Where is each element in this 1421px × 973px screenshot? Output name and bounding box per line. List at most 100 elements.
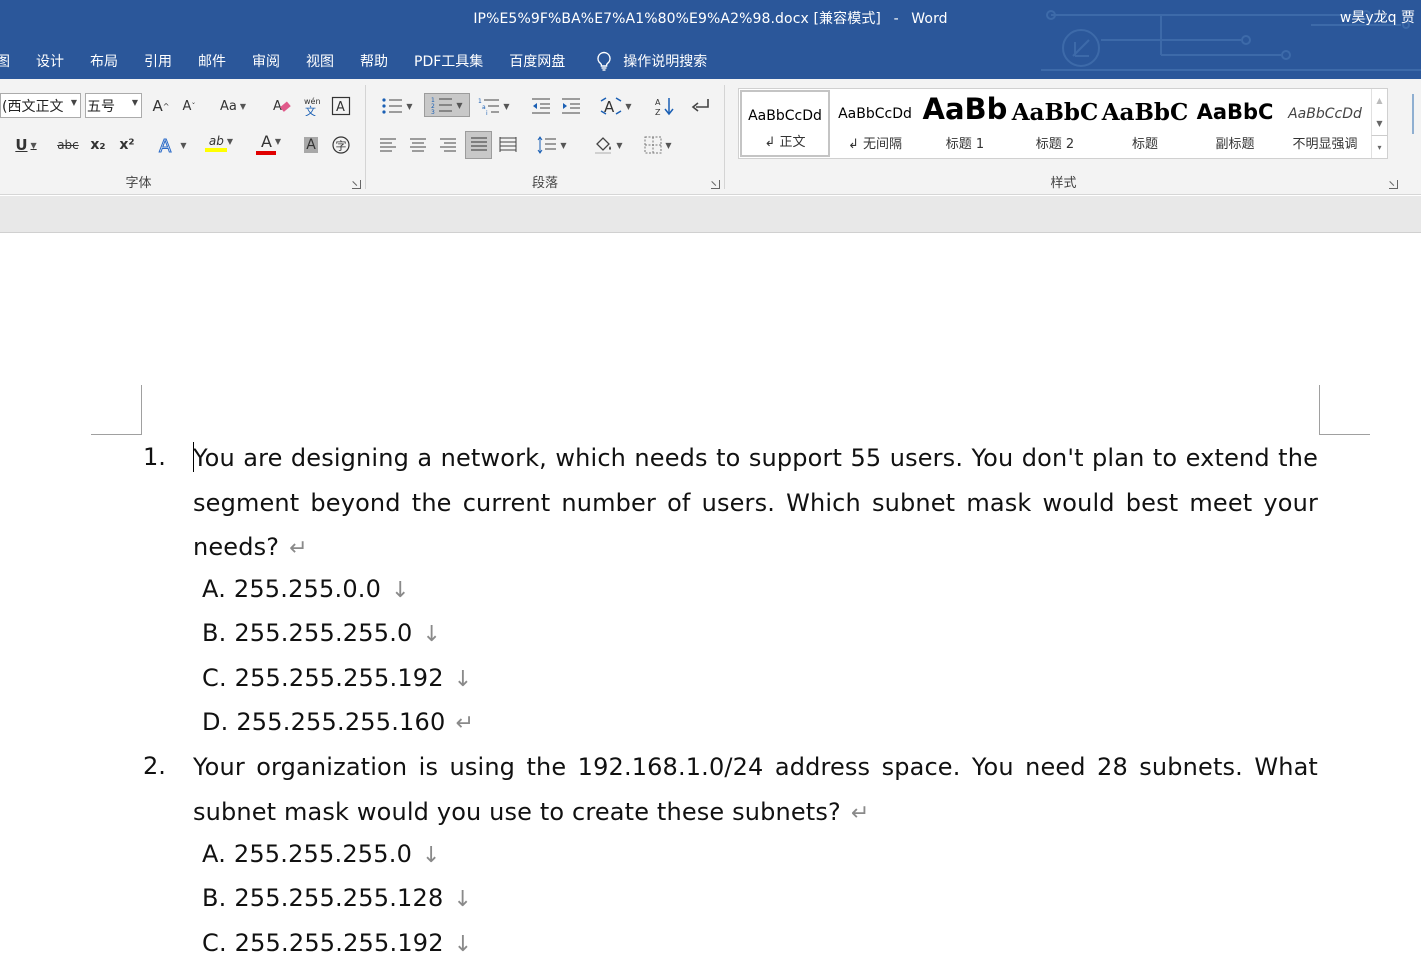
font-name-combo[interactable]: (西文正文 ▼ [0, 93, 81, 118]
answer-option[interactable]: C. 255.255.255.192 ↓ [202, 664, 472, 692]
chinese-layout-icon: A [601, 97, 622, 115]
gallery-scroll-up[interactable]: ▲ [1371, 89, 1387, 112]
option-text: A. 255.255.255.0 [202, 840, 413, 868]
tab-pdf-tools[interactable]: PDF工具集 [401, 51, 496, 71]
tell-me-label: 操作说明搜索 [623, 54, 708, 70]
style-subtitle[interactable]: AaBbC 副标题 [1190, 90, 1280, 157]
ruler-area [0, 196, 1421, 233]
numbering-button[interactable]: 1 2 3 ▼ [424, 93, 470, 117]
distributed-button[interactable] [496, 133, 520, 157]
font-size-combo[interactable]: 五号 ▼ [85, 93, 142, 118]
tab-layout[interactable]: 布局 [77, 51, 131, 71]
phonetic-guide-button[interactable]: wén 文 [299, 94, 323, 118]
superscript-button[interactable]: x² [115, 133, 139, 157]
tab-baidu-netdisk[interactable]: 百度网盘 [496, 51, 578, 71]
line-spacing-icon [538, 136, 557, 154]
style-heading-2[interactable]: AaBbC 标题 2 [1010, 90, 1100, 157]
question-text[interactable]: You are designing a network, which needs… [193, 436, 1318, 572]
line-break-mark: ↓ [422, 843, 441, 868]
styles-dialog-launcher[interactable] [1389, 180, 1398, 189]
answer-option[interactable]: C. 255.255.255.192 ↓ [202, 929, 472, 957]
answer-option[interactable]: A. 255.255.255.0 ↓ [202, 840, 441, 868]
chinese-layout-button[interactable]: A ▼ [596, 94, 636, 118]
align-right-button[interactable] [436, 133, 460, 157]
question-2-text: Your organization is using the 192.168.1… [193, 753, 1318, 826]
option-text: C. 255.255.255.192 [202, 929, 444, 957]
tab-review[interactable]: 审阅 [239, 51, 293, 71]
font-color-button[interactable]: A ▼ [250, 131, 292, 155]
line-spacing-button[interactable]: ▼ [532, 133, 572, 157]
tab-insert-partial[interactable]: 图 [0, 51, 23, 71]
align-left-button[interactable] [376, 133, 400, 157]
question-1-text: You are designing a network, which needs… [193, 444, 1318, 561]
crop-mark [141, 385, 142, 435]
strikethrough-button[interactable]: abc [55, 133, 81, 157]
chevron-up-icon: ▲ [1376, 96, 1383, 105]
align-left-icon [380, 138, 396, 152]
font-group: (西文正文 ▼ 五号 ▼ A ^ Aˇ Aa ▼ A wén 文 A U ▼ a… [0, 79, 365, 195]
subscript-button[interactable]: x₂ [86, 133, 110, 157]
question-number: 2. [143, 752, 166, 780]
tab-view[interactable]: 视图 [293, 51, 347, 71]
ribbon-tabs: 图 设计 布局 引用 邮件 审阅 视图 帮助 PDF工具集 百度网盘 操作说明搜… [0, 50, 720, 72]
svg-text:A: A [604, 98, 615, 115]
enclose-characters-button[interactable]: 字 [329, 133, 353, 157]
style-subtle-emphasis[interactable]: AaBbCcDd 不明显强调 [1280, 90, 1370, 157]
justify-button[interactable] [465, 131, 492, 159]
shrink-font-button[interactable]: Aˇ [178, 94, 200, 118]
decrease-indent-button[interactable] [529, 94, 553, 118]
paragraph-dialog-launcher[interactable] [711, 180, 720, 189]
question-text[interactable]: Your organization is using the 192.168.1… [193, 745, 1318, 836]
style-preview: AaBb [922, 92, 1008, 126]
tell-me-search[interactable]: 操作说明搜索 [582, 51, 720, 71]
answer-option[interactable]: B. 255.255.255.128 ↓ [202, 884, 472, 912]
character-shading-button[interactable]: A [299, 133, 323, 157]
distributed-icon [499, 137, 517, 152]
svg-text:文: 文 [305, 104, 316, 116]
style-preview: AaBbC [1196, 100, 1274, 124]
shading-button[interactable]: ▼ [588, 133, 628, 157]
underline-button[interactable]: U ▼ [6, 133, 46, 157]
multilevel-list-button[interactable]: 1 a i ▼ [474, 94, 514, 118]
increase-indent-button[interactable] [559, 94, 583, 118]
align-center-button[interactable] [406, 133, 430, 157]
grow-font-button[interactable]: A ^ [150, 94, 172, 118]
text-effects-button[interactable]: A ▼ [153, 133, 191, 157]
style-heading-1[interactable]: AaBb 标题 1 [920, 90, 1010, 157]
style-name: ↲ 正文 [764, 135, 806, 150]
borders-icon [644, 136, 662, 154]
change-case-button[interactable]: Aa ▼ [213, 94, 253, 118]
bullets-button[interactable]: ▼ [376, 94, 418, 118]
chevron-down-icon: ▼ [625, 101, 632, 111]
style-normal[interactable]: AaBbCcDd ↲ 正文 [740, 90, 830, 157]
show-marks-button[interactable] [688, 94, 712, 118]
font-dialog-launcher[interactable] [352, 180, 361, 189]
tab-mailings[interactable]: 邮件 [185, 51, 239, 71]
answer-option[interactable]: B. 255.255.255.0 ↓ [202, 619, 441, 647]
account-name[interactable]: w昊y龙q 贾 [1340, 7, 1415, 27]
app-name: Word [911, 11, 948, 27]
sort-button[interactable]: A Z [652, 94, 676, 118]
borders-button[interactable]: ▼ [638, 133, 678, 157]
chevron-down-icon: ▼ [456, 100, 463, 110]
character-border-button[interactable]: A [329, 94, 353, 118]
answer-option[interactable]: A. 255.255.0.0 ↓ [202, 575, 410, 603]
line-break-mark: ↓ [453, 887, 473, 912]
tab-help[interactable]: 帮助 [347, 51, 401, 71]
clear-formatting-button[interactable]: A [270, 94, 294, 118]
gallery-more[interactable]: ▾ [1371, 135, 1387, 158]
option-text: B. 255.255.255.128 [202, 884, 444, 912]
highlight-color-bar [205, 148, 227, 152]
gallery-scroll-down[interactable]: ▼ [1371, 112, 1387, 135]
style-name: 副标题 [1215, 137, 1255, 152]
answer-option[interactable]: D. 255.255.255.160 ↵ [202, 708, 474, 736]
bullets-icon [382, 98, 403, 114]
tab-references[interactable]: 引用 [131, 51, 185, 71]
style-no-spacing[interactable]: AaBbCcDd ↲ 无间隔 [830, 90, 920, 157]
tab-design[interactable]: 设计 [23, 51, 77, 71]
document-canvas[interactable]: 1. You are designing a network, which ne… [0, 233, 1421, 973]
crop-mark [91, 434, 142, 435]
line-break-mark: ↓ [453, 667, 473, 692]
style-title[interactable]: AaBbC 标题 [1100, 90, 1190, 157]
highlight-color-button[interactable]: ab ▼ [200, 131, 242, 155]
